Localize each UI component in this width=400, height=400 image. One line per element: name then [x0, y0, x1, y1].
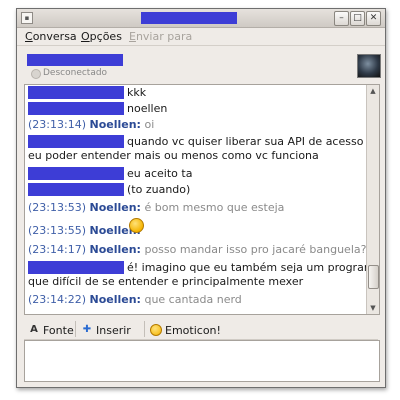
- message-text: oi: [144, 118, 155, 131]
- sender-redacted: [28, 167, 124, 180]
- scrollbar-thumb[interactable]: [368, 265, 379, 289]
- menu-enviar-para: Enviar para: [129, 30, 193, 43]
- list-item: (to zuando): [127, 183, 191, 196]
- list-item: (23:13:55) Noellen:: [28, 224, 141, 237]
- timestamp: (23:13:53): [28, 201, 86, 214]
- contact-name-redacted: [27, 54, 123, 66]
- list-item: eu aceito ta: [127, 167, 193, 180]
- toolbar-divider: [144, 321, 145, 337]
- message-text: posso mandar isso pro jacaré banguela?: [144, 243, 367, 256]
- list-item: (23:13:53) Noellen: é bom mesmo que este…: [28, 201, 284, 214]
- sender-redacted: [28, 86, 124, 99]
- app-icon[interactable]: ▪: [21, 12, 33, 24]
- minimize-icon[interactable]: –: [334, 11, 349, 26]
- window-title-redacted: [141, 12, 237, 24]
- insert-button[interactable]: ✚ Inserir: [81, 322, 131, 338]
- insert-button-label: Inserir: [96, 323, 131, 337]
- menu-bar: Conversa Opções Enviar para: [17, 28, 385, 46]
- emoticon-button[interactable]: Emoticon!: [150, 322, 221, 338]
- timestamp: (23:14:22): [28, 293, 86, 306]
- list-item: eu poder entender mais ou menos como vc …: [28, 149, 319, 162]
- message-text: que cantada nerd: [144, 293, 242, 306]
- smiley-tongue-icon: [129, 218, 144, 233]
- maximize-icon[interactable]: □: [350, 11, 365, 26]
- list-item: que difícil de se entender e principalme…: [28, 275, 304, 288]
- format-toolbar: A Fonte ✚ Inserir Emoticon!: [24, 319, 378, 340]
- smiley-icon: [150, 324, 162, 336]
- timestamp: (23:13:14): [28, 118, 86, 131]
- emoticon-button-label: Emoticon!: [165, 323, 221, 337]
- sender-name: Noellen:: [89, 118, 141, 131]
- list-item: é! imagino que eu também seja um program…: [127, 261, 380, 274]
- message-input[interactable]: [24, 340, 380, 382]
- font-button-label: Fonte: [43, 323, 74, 337]
- list-item: (23:14:17) Noellen: posso mandar isso pr…: [28, 243, 366, 256]
- sender-redacted: [28, 135, 124, 148]
- sender-name: Noellen:: [89, 243, 141, 256]
- conversation-log[interactable]: kkk noellen (23:13:14) Noellen: oi quand…: [24, 84, 380, 315]
- toolbar-divider: [75, 321, 76, 337]
- sender-redacted: [28, 183, 124, 196]
- contact-header: Desconectado: [17, 46, 385, 84]
- menu-opcoes[interactable]: Opções: [81, 30, 122, 43]
- chat-window: ▪ – □ ✕ Conversa Opções Enviar para Desc…: [16, 8, 386, 388]
- list-item: noellen: [127, 102, 168, 115]
- timestamp: (23:14:17): [28, 243, 86, 256]
- close-icon[interactable]: ✕: [366, 11, 381, 26]
- list-item: (23:14:22) Noellen: que cantada nerd: [28, 293, 242, 306]
- list-item: quando vc quiser liberar sua API de aces…: [127, 135, 380, 148]
- font-icon: A: [30, 324, 38, 335]
- menu-conversa[interactable]: Conversa: [25, 30, 77, 43]
- sender-name: Noellen:: [89, 201, 141, 214]
- list-item: kkk: [127, 86, 147, 99]
- scrollbar[interactable]: ▲ ▼: [366, 85, 379, 314]
- message-text: é bom mesmo que esteja: [144, 201, 285, 214]
- list-item: (23:13:14) Noellen: oi: [28, 118, 154, 131]
- title-bar[interactable]: ▪ – □ ✕: [17, 9, 385, 28]
- offline-status-icon: [31, 69, 41, 79]
- scroll-up-icon[interactable]: ▲: [367, 85, 379, 97]
- timestamp: (23:13:55): [28, 224, 86, 237]
- avatar[interactable]: [357, 54, 381, 78]
- sender-redacted: [28, 102, 124, 115]
- sender-redacted: [28, 261, 124, 274]
- font-button[interactable]: A Fonte: [28, 322, 74, 338]
- insert-icon: ✚: [82, 324, 92, 335]
- scroll-down-icon[interactable]: ▼: [367, 302, 379, 314]
- sender-name: Noellen:: [89, 293, 141, 306]
- contact-status: Desconectado: [43, 68, 108, 78]
